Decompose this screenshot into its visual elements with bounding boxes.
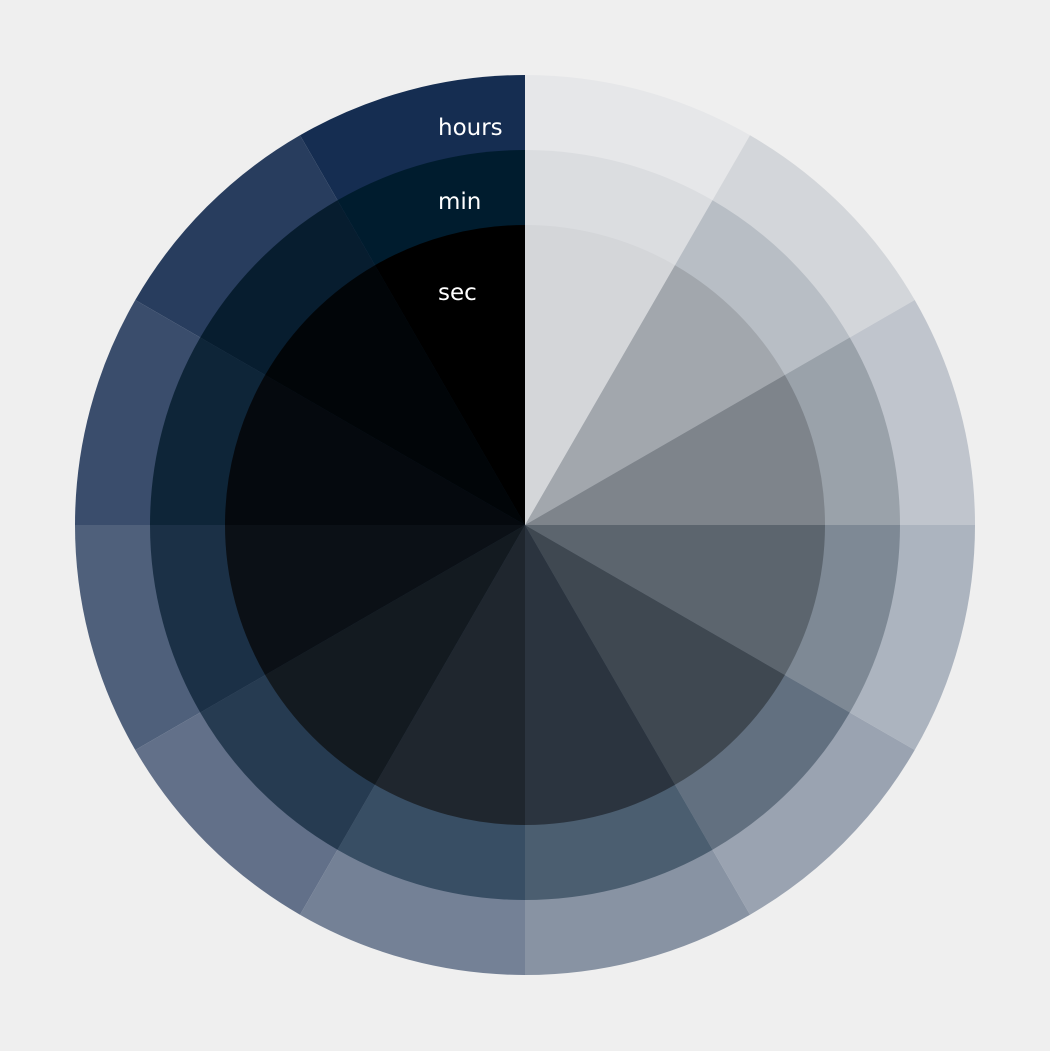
radial-clock: hours min sec: [75, 75, 975, 975]
minutes-label: min: [438, 189, 481, 215]
seconds-label: sec: [438, 280, 477, 306]
clock-app: hours min sec: [0, 0, 1050, 1051]
seconds-ring: [225, 225, 825, 825]
hours-label: hours: [438, 115, 503, 141]
